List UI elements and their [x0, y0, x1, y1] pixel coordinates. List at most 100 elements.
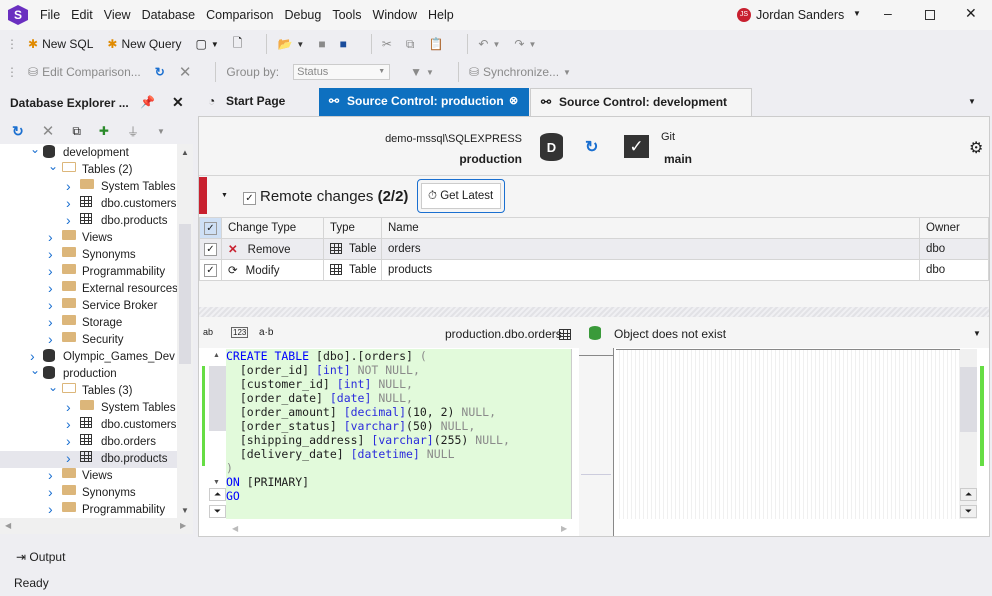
tree-item[interactable]: › Views — [0, 229, 177, 247]
line-numbers-icon[interactable]: 123 — [231, 327, 249, 338]
row-checkbox[interactable]: ✓ — [199, 259, 222, 281]
menu-debug[interactable]: Debug — [284, 8, 321, 22]
collapse-icon[interactable]: ⌄ — [48, 379, 58, 396]
tree-item[interactable]: › Synonyms — [0, 484, 177, 502]
collapse-icon[interactable]: ⌄ — [48, 158, 58, 175]
new-sql-button[interactable]: ✱ New SQL — [28, 37, 93, 51]
tabs-dropdown-icon[interactable]: ▼ — [968, 97, 976, 106]
save-all-icon[interactable]: ■ — [340, 37, 347, 51]
table-row[interactable]: ✓ ✕ Remove Table orders dbo — [199, 238, 989, 260]
filter-icon[interactable]: ▼ ▼ — [410, 65, 434, 79]
toolbar-grip[interactable]: ⋮ — [6, 37, 18, 51]
expand-icon[interactable]: › — [66, 399, 71, 416]
user-name[interactable]: Jordan Sanders — [756, 8, 844, 22]
refresh-icon[interactable]: ↻ — [585, 137, 598, 157]
expand-icon[interactable]: › — [48, 331, 53, 348]
tree-item[interactable]: › dbo.products — [0, 212, 177, 230]
tree-item[interactable]: › System Tables — [0, 399, 177, 417]
expand-icon[interactable]: › — [48, 501, 53, 518]
editor-scrollbar[interactable] — [209, 366, 226, 431]
tree-hscrollbar[interactable]: ◀ ▶ — [0, 518, 193, 534]
copy-icon[interactable]: ⧉ — [406, 37, 415, 52]
tree-item[interactable]: › dbo.orders — [0, 433, 177, 451]
synchronize-button[interactable]: ⛁ Synchronize... ▼ — [469, 65, 571, 79]
whitespace-icon[interactable]: a·b — [259, 327, 273, 338]
right-editor[interactable]: ⏶ ⏷ — [613, 348, 989, 536]
expand-icon[interactable]: › — [48, 484, 53, 501]
tree-item[interactable]: › dbo.products — [0, 450, 177, 468]
refresh-icon[interactable]: ↻ — [12, 123, 24, 140]
close-panel-icon[interactable]: ✕ — [172, 94, 184, 111]
minimize-button[interactable]: – — [884, 5, 892, 21]
tree-item[interactable]: › Programmability — [0, 263, 177, 281]
user-dropdown-icon[interactable]: ▼ — [853, 9, 861, 18]
prev-diff-button[interactable]: ⏶ — [209, 488, 226, 501]
expand-icon[interactable]: › — [48, 229, 53, 246]
table-row[interactable]: ✓ ⟳ Modify Table products dbo — [199, 259, 989, 281]
settings-gear-icon[interactable]: ⚙ — [969, 138, 983, 158]
redo-icon[interactable]: ↷ ▼ — [514, 37, 536, 51]
expand-icon[interactable]: › — [48, 280, 53, 297]
tab-start-page[interactable]: ◔ Start Page — [198, 88, 318, 116]
left-editor[interactable]: ▲ ▼ ⏶ ⏷ CREATE TABLE [dbo].[orders] ( [o… — [199, 348, 579, 536]
paste-icon[interactable]: 📋 — [428, 37, 443, 51]
pin-icon[interactable]: 📌 — [140, 95, 155, 109]
diff-dropdown-icon[interactable]: ▼ — [973, 329, 981, 338]
expand-icon[interactable]: › — [48, 263, 53, 280]
tree-item[interactable]: ⌄ development — [0, 144, 177, 162]
menu-tools[interactable]: Tools — [332, 8, 361, 22]
column-owner[interactable]: Owner — [919, 217, 989, 239]
tree-item[interactable]: › External resources — [0, 280, 177, 298]
new-query-button[interactable]: ✱ New Query — [107, 37, 181, 51]
menu-view[interactable]: View — [104, 8, 131, 22]
menu-help[interactable]: Help — [428, 8, 454, 22]
tree-scrollbar[interactable]: ▲ ▼ — [177, 144, 193, 518]
undo-icon[interactable]: ↶ ▼ — [478, 37, 500, 51]
row-checkbox[interactable]: ✓ — [199, 238, 222, 260]
word-wrap-icon[interactable]: ab — [203, 327, 213, 337]
tree-item[interactable]: ⌄ Tables (2) — [0, 159, 177, 179]
tree-item[interactable]: › Views — [0, 467, 177, 485]
expand-icon[interactable]: › — [48, 314, 53, 331]
prev-diff-button[interactable]: ⏶ — [960, 488, 977, 501]
expand-icon[interactable]: › — [48, 246, 53, 263]
expand-icon[interactable]: › — [66, 433, 71, 450]
cut-icon[interactable]: ✂ — [382, 37, 392, 51]
column-change-type[interactable]: Change Type — [221, 217, 324, 239]
tree-item[interactable]: › Security — [0, 331, 177, 349]
expand-icon[interactable]: › — [66, 416, 71, 433]
menu-comparison[interactable]: Comparison — [206, 8, 273, 22]
expand-icon[interactable]: › — [66, 178, 71, 195]
collapse-icon[interactable]: ⌄ — [30, 362, 40, 379]
close-window-button[interactable]: ✕ — [965, 5, 977, 22]
tree-item[interactable]: › Programmability — [0, 501, 177, 518]
toolbar-grip[interactable]: ⋮ — [6, 65, 18, 79]
tree-item[interactable]: › dbo.customers — [0, 195, 177, 213]
edit-comparison-button[interactable]: ⛁ Edit Comparison... — [28, 65, 141, 79]
menu-edit[interactable]: Edit — [71, 8, 93, 22]
expand-icon[interactable]: › — [66, 212, 71, 229]
get-latest-button[interactable]: ⏱ Get Latest — [417, 179, 505, 213]
close-tab-icon[interactable]: ⊗ — [509, 88, 518, 115]
menu-database[interactable]: Database — [142, 8, 196, 22]
next-diff-button[interactable]: ⏷ — [960, 505, 977, 518]
new-document-icon[interactable]: 🗋 — [233, 34, 243, 55]
expand-icon[interactable]: › — [48, 297, 53, 314]
collapse-group-icon[interactable]: ▼ — [221, 192, 228, 199]
select-all-checkbox[interactable]: ✓ — [199, 217, 222, 239]
splitter[interactable] — [199, 307, 989, 317]
dropdown-icon[interactable]: ▼ — [211, 40, 219, 49]
tree-item[interactable]: › Olympic_Games_Dev — [0, 348, 177, 366]
delete-icon[interactable]: ✕ — [42, 122, 55, 140]
column-name[interactable]: Name — [381, 217, 920, 239]
user-avatar[interactable]: JS — [737, 8, 751, 22]
next-diff-button[interactable]: ⏷ — [209, 505, 226, 518]
tree-item[interactable]: › Service Broker — [0, 297, 177, 315]
new-connection-icon[interactable]: ✚ — [99, 124, 109, 138]
remote-changes-checkbox[interactable]: ✓ — [243, 190, 256, 205]
output-tab[interactable]: ⇥ Output — [16, 550, 65, 564]
tree-item[interactable]: › Storage — [0, 314, 177, 332]
dropdown-icon[interactable]: ▼ — [157, 127, 165, 136]
group-by-select[interactable]: Status ▼ — [293, 64, 391, 80]
tab-source-control-development[interactable]: ⚯ Source Control: development — [530, 88, 752, 116]
